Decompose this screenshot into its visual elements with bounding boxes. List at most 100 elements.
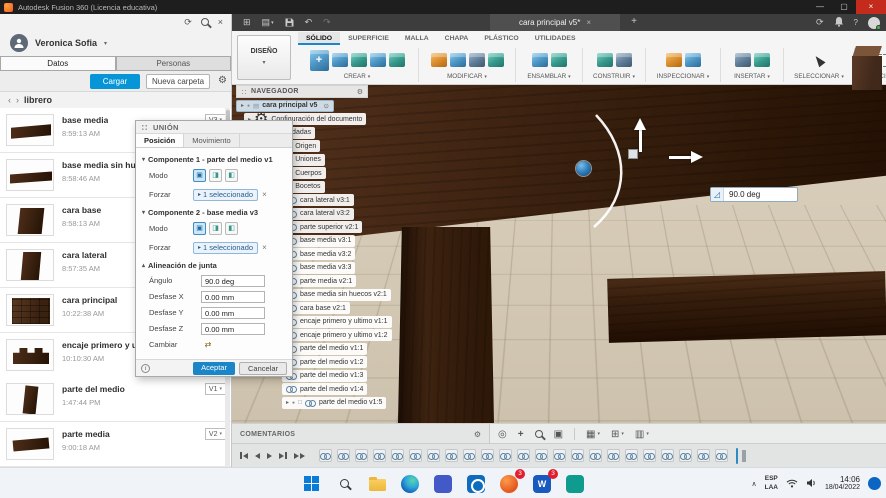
word-icon[interactable]: W3 <box>530 468 558 496</box>
version-badge[interactable]: V2 ▾ <box>204 428 226 440</box>
notification-center-badge[interactable] <box>868 477 881 490</box>
new-folder-button[interactable]: Nueva carpeta <box>146 74 210 89</box>
fillet-icon[interactable] <box>449 53 466 67</box>
chevron-right-icon[interactable]: ▸ <box>241 102 244 109</box>
save-icon[interactable] <box>285 18 294 27</box>
move-handle-box[interactable] <box>628 149 638 159</box>
job-status-icon[interactable]: ⟳ <box>816 17 824 28</box>
search-icon[interactable] <box>332 472 356 496</box>
navigator-component[interactable]: parte del medio v1:1 <box>282 342 368 355</box>
taskbar-clock[interactable]: 14:06 18/04/2022 <box>825 475 860 493</box>
app-orange-icon[interactable]: 3 <box>497 468 525 496</box>
cancel-button[interactable]: Cancelar <box>238 361 287 375</box>
insert-canvas-icon[interactable] <box>734 53 751 67</box>
modificar-dropdown[interactable]: MODIFICAR ▾ <box>447 73 487 80</box>
undo-icon[interactable]: ↶ <box>305 17 313 28</box>
extrude-icon[interactable] <box>350 53 367 67</box>
timeline-joint-icon[interactable] <box>390 449 404 462</box>
navigator-component[interactable]: ▸ ● □ parte del medio v1:5 <box>282 396 387 409</box>
chevron-right-icon[interactable]: ▸ <box>286 399 289 406</box>
select-cursor-icon[interactable] <box>812 53 826 67</box>
alignment-section-header[interactable]: ▴ Alineación de junta <box>142 259 286 272</box>
breadcrumb-folder[interactable]: librero <box>24 95 52 105</box>
selection-chip[interactable]: ▸ 1 seleccionado <box>193 241 259 254</box>
gear-icon[interactable]: ⚙ <box>357 88 363 96</box>
volume-icon[interactable] <box>806 475 817 493</box>
mode-between-faces-button[interactable]: ◨ <box>209 169 222 182</box>
timeline-joint-icon[interactable] <box>372 449 386 462</box>
flip-icon[interactable]: ⇄ <box>201 339 215 351</box>
gear-icon[interactable]: ⚙ <box>218 75 227 86</box>
tab-plastico[interactable]: PLÁSTICO <box>476 32 526 45</box>
timeline-joint-icon[interactable] <box>642 449 656 462</box>
step-forward-icon[interactable] <box>278 451 287 460</box>
inspeccionar-dropdown[interactable]: INSPECCIONAR ▾ <box>657 73 709 80</box>
app-teal-icon[interactable] <box>563 472 587 496</box>
navigator-component[interactable]: parte del medio v1:4 <box>282 383 368 395</box>
mode-between-faces-button[interactable]: ◨ <box>209 222 222 235</box>
navigator-component[interactable]: encaje primero y ultimo v1:1 <box>282 315 392 328</box>
fit-view-icon[interactable]: ▣ <box>554 429 563 440</box>
viewport-3d[interactable]: ◿ 90.0 deg NAVEGADOR ⚙ ▸ ● ▤ cara princi… <box>232 85 886 423</box>
timeline-joint-icon[interactable] <box>408 449 422 462</box>
outlook-icon[interactable] <box>464 472 488 496</box>
timeline-joint-icon[interactable] <box>714 449 728 462</box>
move-right-arrow[interactable] <box>669 156 691 159</box>
navigator-header[interactable]: NAVEGADOR ⚙ <box>236 85 368 98</box>
timeline-joint-icon[interactable] <box>480 449 494 462</box>
measure-icon[interactable] <box>665 53 682 67</box>
close-panel-icon[interactable]: × <box>218 17 223 27</box>
timeline-joint-icon[interactable] <box>354 449 368 462</box>
timeline-joint-icon[interactable] <box>660 449 674 462</box>
upload-button[interactable]: Cargar <box>90 74 140 89</box>
component1-section-header[interactable]: ▾ Componente 1 - parte del medio v1 <box>142 153 286 166</box>
new-tab-button[interactable]: + <box>626 14 642 31</box>
tab-solido[interactable]: SÓLIDO <box>298 32 341 45</box>
sweep-icon[interactable] <box>388 53 405 67</box>
search-icon[interactable] <box>200 18 209 26</box>
go-to-start-icon[interactable] <box>240 451 248 460</box>
notification-bell-icon[interactable] <box>834 14 844 32</box>
mode-motion-button[interactable]: ◧ <box>225 169 238 182</box>
timeline-joint-icon[interactable] <box>318 449 332 462</box>
zoom-icon[interactable] <box>534 430 543 438</box>
insert-mesh-icon[interactable] <box>753 53 770 67</box>
floating-wood-cube[interactable] <box>852 46 882 92</box>
edge-browser-icon[interactable] <box>398 472 422 496</box>
angle-input-box[interactable]: ◿ 90.0 deg <box>710 187 798 202</box>
tab-malla[interactable]: MALLA <box>397 32 437 45</box>
construir-dropdown[interactable]: CONSTRUIR ▾ <box>593 73 635 80</box>
version-badge[interactable]: V1 ▾ <box>204 383 226 395</box>
navigator-component[interactable]: parte del medio v1:2 <box>282 356 368 368</box>
tab-datos[interactable]: Datos <box>0 56 116 71</box>
seleccionar-dropdown[interactable]: SELECCIONAR ▾ <box>794 73 844 80</box>
timeline-joint-icon[interactable] <box>336 449 350 462</box>
timeline-joint-icon[interactable] <box>534 449 548 462</box>
tab-superficie[interactable]: SUPERFICIE <box>340 32 397 45</box>
go-to-end-icon[interactable] <box>293 452 305 459</box>
box-icon[interactable] <box>331 53 348 67</box>
viewports-icon[interactable]: ▥ ▾ <box>635 429 649 440</box>
offset-x-input[interactable]: 0.00 mm <box>201 290 265 303</box>
gear-icon[interactable]: ⚙ <box>474 430 481 439</box>
move-up-arrow-head[interactable] <box>634 118 646 130</box>
data-panel-toggle-icon[interactable]: ⊞ <box>243 17 251 28</box>
clear-selection-icon[interactable]: × <box>262 243 267 252</box>
navigator-component[interactable]: base media v3:1 <box>282 234 356 247</box>
wood-rail-board[interactable] <box>607 271 886 343</box>
navigator-component[interactable]: parte media v2:1 <box>282 275 357 287</box>
timeline-joint-icon[interactable] <box>570 449 584 462</box>
insertar-dropdown[interactable]: INSERTAR ▾ <box>734 73 770 80</box>
wifi-icon[interactable] <box>786 475 798 493</box>
tab-movimiento[interactable]: Movimiento <box>184 134 240 147</box>
tab-posicion[interactable]: Posición <box>136 134 185 147</box>
start-icon[interactable] <box>299 472 323 496</box>
navigator-component[interactable]: parte superior v2:1 <box>282 221 363 233</box>
offset-y-input[interactable]: 0.00 mm <box>201 306 265 319</box>
navigator-component[interactable]: parte del medio v1:3 <box>282 369 368 382</box>
timeline-joint-icon[interactable] <box>444 449 458 462</box>
dialog-header[interactable]: UNIÓN <box>136 121 292 134</box>
user-account-row[interactable]: Veronica Sofia ▾ <box>0 30 231 56</box>
move-up-arrow[interactable] <box>639 130 642 152</box>
navigator-component[interactable]: base media v3:2 <box>282 248 356 260</box>
